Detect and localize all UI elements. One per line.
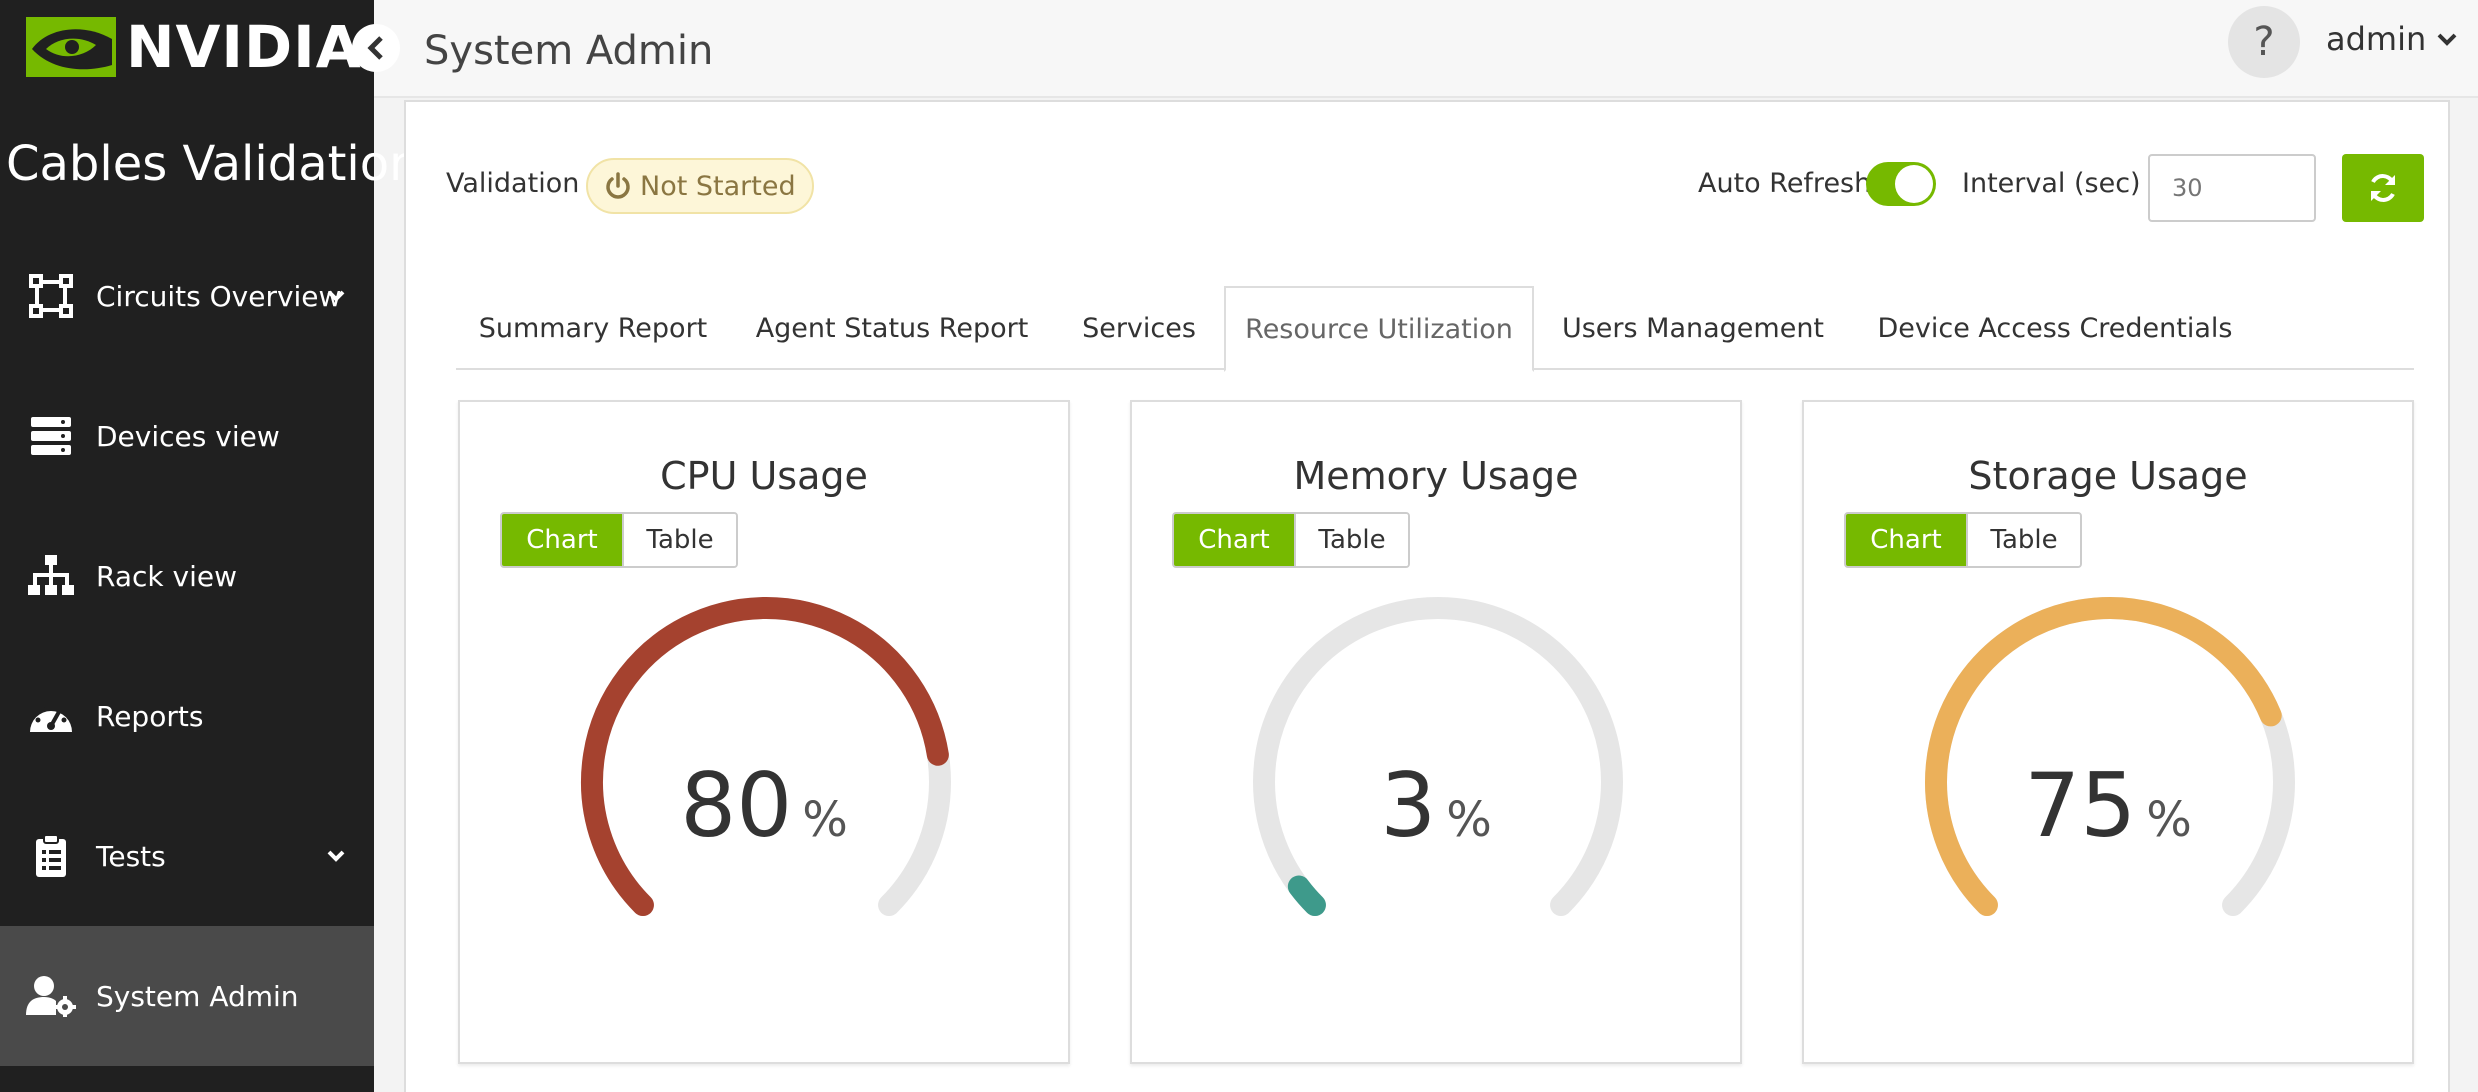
nvidia-eye-icon <box>26 17 116 77</box>
dashboard-icon <box>26 694 76 738</box>
gauge-unit: % <box>2146 792 2192 848</box>
interval-label: Interval (sec) <box>1962 168 2141 199</box>
sidebar-item-label: System Admin <box>96 979 299 1013</box>
app-title: Cables Validation <box>6 136 420 192</box>
tab-summary-report[interactable]: Summary Report <box>456 286 730 370</box>
table-view-button[interactable]: Table <box>1966 514 2080 566</box>
sidebar: NVIDIA Cables Validation Circuits Overvi… <box>0 0 420 1092</box>
gauge-value: 75% <box>1804 754 2412 857</box>
auto-refresh-toggle[interactable] <box>1866 162 1936 206</box>
tab-bar: Summary Report Agent Status Report Servi… <box>456 286 2414 372</box>
sidebar-nav: Circuits Overview Devices view Rack view… <box>0 226 374 1066</box>
tab-device-access-credentials[interactable]: Device Access Credentials <box>1852 286 2258 370</box>
tab-agent-status-report[interactable]: Agent Status Report <box>730 286 1054 370</box>
user-cog-icon <box>26 974 76 1018</box>
sidebar-item-devices-view[interactable]: Devices view <box>0 366 374 506</box>
chevron-down-icon <box>327 290 345 302</box>
table-view-button[interactable]: Table <box>1294 514 1408 566</box>
gauge-fill <box>1287 875 1326 917</box>
top-bar: System Admin ? admin <box>374 0 2478 98</box>
server-icon <box>26 414 76 458</box>
cpu-usage-card: CPU Usage Chart Table 80% <box>458 400 1070 1064</box>
sidebar-item-rack-view[interactable]: Rack view <box>0 506 374 646</box>
refresh-icon <box>2371 174 2395 202</box>
user-menu[interactable]: admin <box>2326 20 2458 58</box>
logo-text: NVIDIA <box>126 13 362 81</box>
memory-usage-card: Memory Usage Chart Table 3% <box>1130 400 1742 1064</box>
sidebar-item-tests[interactable]: Tests <box>0 786 374 926</box>
chevron-down-icon <box>327 850 345 862</box>
refresh-button[interactable] <box>2342 154 2424 222</box>
tab-services[interactable]: Services <box>1054 286 1224 370</box>
card-title: Memory Usage <box>1293 454 1579 498</box>
gauge-number: 75 <box>2024 754 2137 857</box>
validation-label: Validation <box>446 168 580 199</box>
chevron-left-icon <box>367 36 383 60</box>
gauge-number: 3 <box>1380 754 1437 857</box>
sidebar-item-label: Circuits Overview <box>96 279 342 313</box>
power-icon <box>606 172 630 199</box>
gauge-value: 3% <box>1132 754 1740 857</box>
chart-view-button[interactable]: Chart <box>1846 514 1966 566</box>
nvidia-logo: NVIDIA <box>26 12 362 82</box>
view-toggle: Chart Table <box>1844 512 2082 568</box>
view-toggle: Chart Table <box>1172 512 1410 568</box>
card-title: CPU Usage <box>660 454 868 498</box>
clipboard-icon <box>26 834 76 878</box>
sidebar-item-circuits-overview[interactable]: Circuits Overview <box>0 226 374 366</box>
chevron-down-icon <box>2437 33 2457 46</box>
card-title: Storage Usage <box>1968 454 2248 498</box>
sidebar-item-label: Tests <box>96 839 166 873</box>
page-title: System Admin <box>424 28 714 74</box>
content-panel: Validation Not Started Auto Refresh Inte… <box>404 100 2450 1092</box>
collapse-sidebar-button[interactable] <box>352 24 400 72</box>
sitemap-icon <box>26 554 76 598</box>
gauge-unit: % <box>802 792 848 848</box>
interval-input[interactable] <box>2148 154 2316 222</box>
gauge-number: 80 <box>680 754 793 857</box>
validation-status-badge: Not Started <box>586 158 814 214</box>
username: admin <box>2326 20 2427 58</box>
sidebar-item-label: Rack view <box>96 559 237 593</box>
tab-resource-utilization[interactable]: Resource Utilization <box>1224 286 1534 372</box>
validation-status-text: Not Started <box>640 170 796 202</box>
storage-usage-card: Storage Usage Chart Table 75% <box>1802 400 2414 1064</box>
sidebar-item-label: Devices view <box>96 419 280 453</box>
sidebar-item-system-admin[interactable]: System Admin <box>0 926 374 1066</box>
help-button[interactable]: ? <box>2228 6 2300 78</box>
table-view-button[interactable]: Table <box>622 514 736 566</box>
view-toggle: Chart Table <box>500 512 738 568</box>
chart-view-button[interactable]: Chart <box>1174 514 1294 566</box>
chart-view-button[interactable]: Chart <box>502 514 622 566</box>
circuits-icon <box>26 274 76 318</box>
gauge-value: 80% <box>460 754 1068 857</box>
sidebar-item-label: Reports <box>96 699 204 733</box>
sidebar-item-reports[interactable]: Reports <box>0 646 374 786</box>
tab-users-management[interactable]: Users Management <box>1534 286 1852 370</box>
gauge-unit: % <box>1446 792 1492 848</box>
toggle-knob <box>1895 165 1933 203</box>
auto-refresh-label: Auto Refresh <box>1698 168 1872 199</box>
